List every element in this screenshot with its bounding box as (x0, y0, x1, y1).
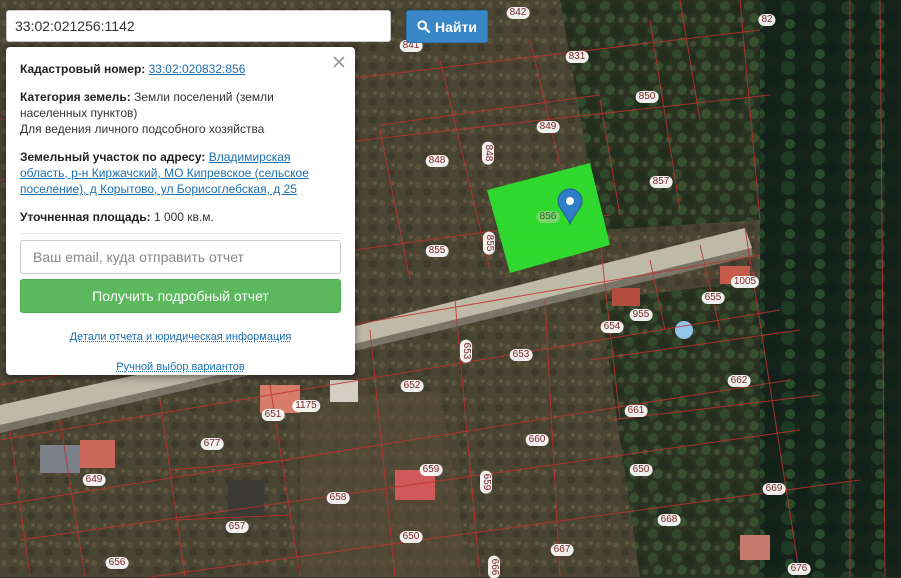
parcel-label[interactable]: 848 (425, 155, 449, 167)
parcel-label[interactable]: 842 (506, 7, 530, 19)
parcel-label[interactable]: 677 (200, 438, 224, 450)
building-roof (330, 380, 358, 402)
address-label: Земельный участок по адресу: (20, 150, 206, 164)
parcel-label[interactable]: 653 (460, 339, 472, 363)
building-roof (40, 445, 80, 473)
parcel-label[interactable]: 649 (82, 474, 106, 486)
parcel-label[interactable]: 668 (657, 514, 681, 526)
parcel-label[interactable]: 955 (629, 309, 653, 321)
parcel-label[interactable]: 857 (649, 176, 673, 188)
address-link-part2[interactable]: область, р-н Киржачский, МО Кипревское (… (20, 166, 309, 180)
parcel-label[interactable]: 667 (550, 544, 574, 556)
parcel-label[interactable]: 1005 (730, 276, 760, 288)
address-link-part1[interactable]: Владимирская (209, 150, 291, 164)
parcel-label[interactable]: 652 (400, 380, 424, 392)
category-value-line1: Земли поселений (земли (134, 90, 274, 104)
land-usage: Для ведения личного подсобного хозяйства (20, 122, 265, 136)
parcel-label[interactable]: 660 (525, 434, 549, 446)
parcel-label[interactable]: 657 (225, 521, 249, 533)
parcel-label[interactable]: 666 (488, 555, 500, 578)
search-icon (417, 20, 431, 33)
address-row: Земельный участок по адресу: Владимирска… (20, 149, 341, 197)
pool (675, 321, 693, 339)
area-row: Уточненная площадь: 1 000 кв.м. (20, 209, 341, 225)
parcel-label[interactable]: 656 (105, 557, 129, 569)
search-button[interactable]: Найти (406, 10, 488, 43)
building-roof (740, 535, 770, 560)
category-value-line2: населенных пунктов) (20, 106, 138, 120)
parcel-label[interactable]: 855 (483, 231, 495, 255)
cadastral-number-link[interactable]: 33:02:020832:856 (149, 62, 246, 76)
parcel-label[interactable]: 669 (762, 483, 786, 495)
parcel-label[interactable]: 651 (261, 409, 285, 421)
parcel-label[interactable]: 676 (787, 563, 811, 575)
parcel-label[interactable]: 654 (600, 321, 624, 333)
building-roof (80, 440, 115, 468)
parcel-label[interactable]: 82 (758, 14, 776, 26)
parcel-label[interactable]: 650 (399, 531, 423, 543)
category-label: Категория земель: (20, 90, 131, 104)
building-roof (228, 480, 264, 518)
report-details-link[interactable]: Детали отчета и юридическая информация (20, 329, 341, 345)
parcel-label[interactable]: 661 (624, 405, 648, 417)
divider (20, 233, 341, 234)
parcel-label[interactable]: 650 (629, 464, 653, 476)
area-label: Уточненная площадь: (20, 210, 151, 224)
parcel-label[interactable]: 659 (419, 464, 443, 476)
parcel-label[interactable]: 659 (480, 470, 492, 494)
cadastral-label: Кадастровый номер: (20, 62, 146, 76)
parcel-label[interactable]: 1175 (292, 400, 320, 412)
manual-selection-link[interactable]: Ручной выбор вариантов (20, 359, 341, 375)
building-roof (612, 288, 640, 306)
parcel-label[interactable]: 653 (509, 349, 533, 361)
get-report-button[interactable]: Получить подробный отчет (20, 279, 341, 313)
address-link-part3[interactable]: поселение), д Корытово, ул Борисоглебска… (20, 182, 297, 196)
search-button-label: Найти (435, 18, 477, 35)
parcel-label[interactable]: 831 (565, 51, 589, 63)
category-row: Категория земель: Земли поселений (земли… (20, 89, 341, 137)
cadastral-search-input[interactable] (6, 10, 391, 42)
cadastral-row: Кадастровый номер: 33:02:020832:856 (20, 61, 341, 77)
parcel-info-popup: Кадастровый номер: 33:02:020832:856 Кате… (6, 47, 355, 375)
parcel-label[interactable]: 655 (701, 292, 725, 304)
parcel-label[interactable]: 658 (326, 492, 350, 504)
email-field[interactable] (20, 240, 341, 274)
area-value: 1 000 кв.м. (153, 210, 214, 224)
parcel-label[interactable]: 856 (536, 211, 560, 223)
parcel-label[interactable]: 849 (536, 121, 560, 133)
parcel-label[interactable]: 855 (425, 245, 449, 257)
parcel-label[interactable]: 848 (482, 141, 494, 165)
parcel-label[interactable]: 850 (635, 91, 659, 103)
parcel-label[interactable]: 662 (727, 375, 751, 387)
close-icon[interactable] (331, 54, 347, 70)
